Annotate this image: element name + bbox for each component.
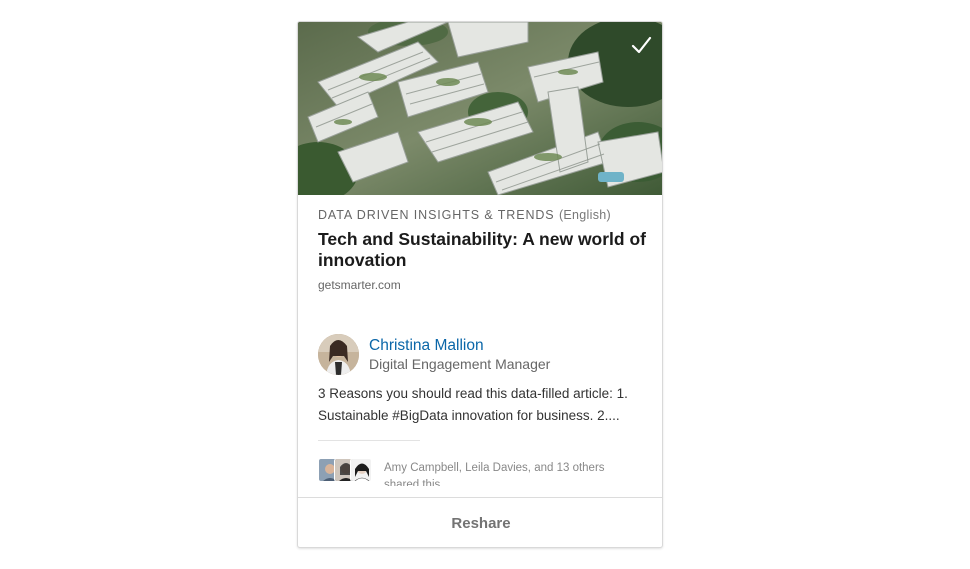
- author-headline: Digital Engagement Manager: [369, 356, 551, 372]
- article-card[interactable]: DATA DRIVEN INSIGHTS & TRENDS (English) …: [297, 21, 663, 548]
- divider: [318, 440, 420, 441]
- reshare-button[interactable]: Reshare: [298, 497, 662, 547]
- author-avatar[interactable]: [318, 334, 359, 375]
- author-name-link[interactable]: Christina Mallion: [369, 337, 484, 355]
- checkmark-icon[interactable]: [630, 34, 652, 56]
- article-description: 3 Reasons you should read this data-fill…: [318, 386, 628, 423]
- author-block: Christina Mallion Digital Engagement Man…: [318, 334, 648, 376]
- article-category: DATA DRIVEN INSIGHTS & TRENDS (English): [318, 208, 648, 222]
- reshare-label: Reshare: [451, 515, 511, 532]
- category-label: DATA DRIVEN INSIGHTS & TRENDS: [318, 208, 555, 222]
- sharer-avatar: [350, 458, 372, 482]
- shared-by-text: Amy Campbell, Leila Davies, and 13 other…: [384, 462, 605, 486]
- article-title[interactable]: Tech and Sustainability: A new world of …: [318, 229, 648, 271]
- article-meta: DATA DRIVEN INSIGHTS & TRENDS (English) …: [318, 195, 648, 292]
- article-domain: getsmarter.com: [318, 278, 401, 292]
- language-label: (English): [558, 208, 611, 222]
- shared-by-row[interactable]: Amy Campbell, Leila Davies, and 13 other…: [318, 458, 648, 486]
- sharer-avatars: [318, 458, 376, 482]
- article-image[interactable]: [298, 22, 662, 195]
